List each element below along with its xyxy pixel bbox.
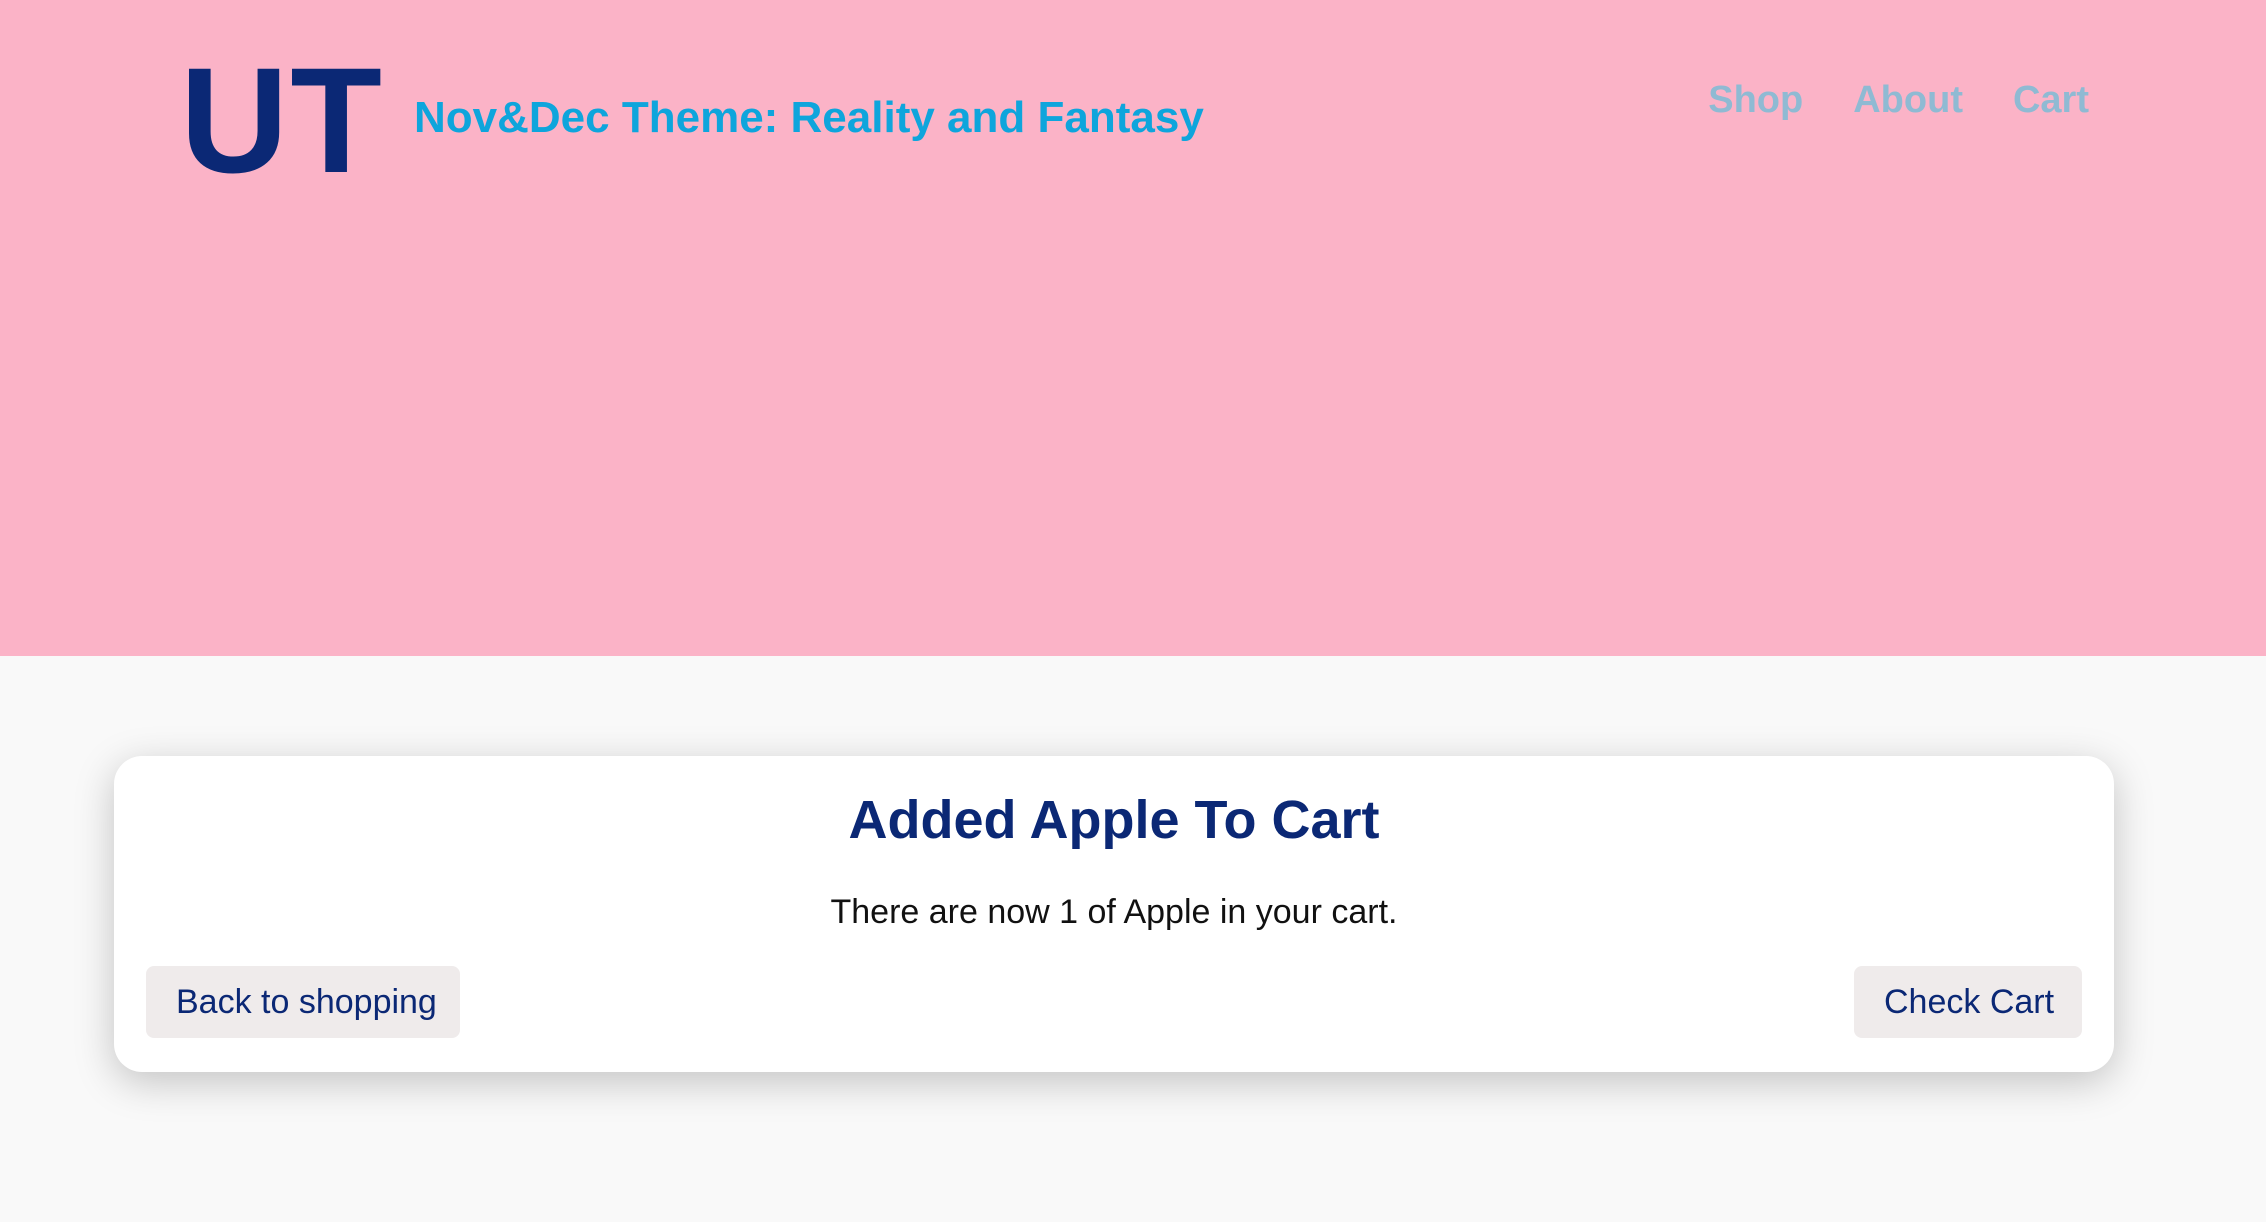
hero-banner: UT Nov&Dec Theme: Reality and Fantasy Sh… bbox=[0, 0, 2266, 656]
confirmation-message: There are now 1 of Apple in your cart. bbox=[830, 893, 1398, 931]
site-logo[interactable]: UT bbox=[180, 38, 384, 203]
nav-link-shop[interactable]: Shop bbox=[1708, 79, 1803, 122]
nav-link-cart[interactable]: Cart bbox=[2013, 79, 2089, 122]
add-to-cart-confirmation: Added Apple To Cart There are now 1 of A… bbox=[114, 756, 2114, 1072]
back-to-shopping-button[interactable]: Back to shopping bbox=[146, 966, 460, 1038]
confirmation-title: Added Apple To Cart bbox=[848, 790, 1380, 850]
nav-link-about[interactable]: About bbox=[1853, 79, 1963, 122]
main-nav: Shop About Cart bbox=[1708, 79, 2089, 122]
check-cart-button[interactable]: Check Cart bbox=[1854, 966, 2082, 1038]
site-tagline: Nov&Dec Theme: Reality and Fantasy bbox=[414, 93, 1204, 142]
